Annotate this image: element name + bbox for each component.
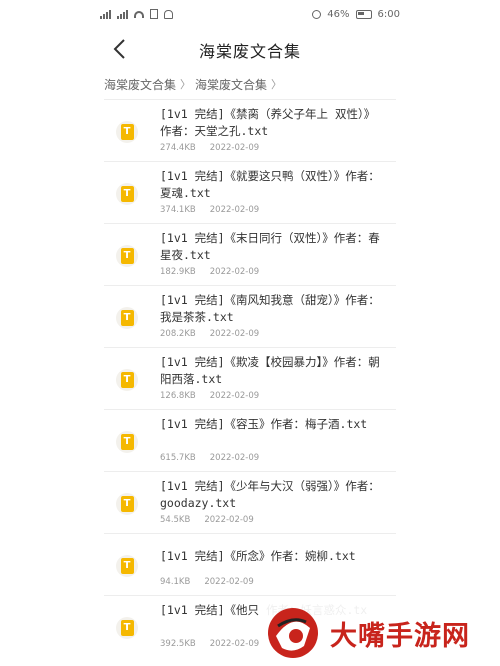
watermark-logo-icon bbox=[268, 608, 318, 658]
file-date: 2022-02-09 bbox=[209, 639, 260, 649]
file-date: 2022-02-09 bbox=[209, 391, 260, 401]
file-name: [1v1 完结]《南风知我意（甜宠）》作者：我是茶茶.txt bbox=[160, 293, 380, 324]
file-list-item[interactable]: T [1v1 完结]《少年与大汉（弱强）》作者：goodazy.txt 54.5… bbox=[104, 471, 396, 533]
wifi-icon bbox=[134, 10, 144, 18]
file-meta: 94.1KB 2022-02-09 bbox=[160, 577, 254, 587]
file-name: [1v1 完结]《所念》作者：婉柳.txt bbox=[160, 549, 356, 563]
file-list: T [1v1 完结]《禁脔（养父子年上 双性）》作者：天堂之孔.txt 274.… bbox=[104, 99, 396, 657]
file-list-item[interactable]: T [1v1 完结]《所念》作者：婉柳.txt 94.1KB 2022-02-09 bbox=[104, 533, 396, 595]
txt-file-icon: T bbox=[116, 121, 138, 143]
file-list-item[interactable]: T [1v1 完结]《容玉》作者：梅子酒.txt 615.7KB 2022-02-… bbox=[104, 409, 396, 471]
file-date: 2022-02-09 bbox=[209, 453, 260, 463]
file-name: [1v1 完结]《末日同行（双性）》作者：春星夜.txt bbox=[160, 231, 380, 262]
headset-icon bbox=[164, 9, 173, 19]
file-date: 2022-02-09 bbox=[204, 577, 254, 587]
file-meta: 54.5KB 2022-02-09 bbox=[160, 515, 254, 525]
file-size: 274.4KB bbox=[160, 143, 196, 153]
file-meta: 208.2KB 2022-02-09 bbox=[160, 329, 259, 339]
file-date: 2022-02-09 bbox=[204, 515, 254, 525]
file-date: 2022-02-09 bbox=[209, 267, 260, 277]
file-size: 94.1KB bbox=[160, 577, 191, 587]
status-left bbox=[100, 9, 173, 19]
breadcrumb-separator: 〉 bbox=[180, 78, 192, 91]
file-meta: 392.5KB 2022-02-09 bbox=[160, 639, 259, 649]
status-right: 46% 6:00 bbox=[312, 9, 400, 20]
sim-icon bbox=[150, 9, 158, 19]
file-name: [1v1 完结]《容玉》作者：梅子酒.txt bbox=[160, 417, 368, 431]
file-size: 208.2KB bbox=[160, 329, 196, 339]
txt-file-icon: T bbox=[116, 245, 138, 267]
page-title: 海棠废文合集 bbox=[198, 42, 301, 61]
signal-icon bbox=[117, 9, 128, 19]
watermark-text: 大嘴手游网 bbox=[330, 620, 470, 652]
file-list-item[interactable]: T [1v1 完结]《南风知我意（甜宠）》作者：我是茶茶.txt 208.2KB… bbox=[104, 285, 396, 347]
file-name: [1v1 完结]《欺凌【校园暴力】》作者：朝阳西落.txt bbox=[160, 355, 380, 386]
file-meta: 615.7KB 2022-02-09 bbox=[160, 453, 259, 463]
file-list-item[interactable]: T [1v1 完结]《欺凌【校园暴力】》作者：朝阳西落.txt 126.8KB 2… bbox=[104, 347, 396, 409]
file-size: 54.5KB bbox=[160, 515, 191, 525]
signal-icon bbox=[100, 9, 111, 19]
txt-file-icon: T bbox=[116, 307, 138, 329]
status-time: 6:00 bbox=[377, 8, 400, 20]
txt-file-icon: T bbox=[116, 493, 138, 515]
file-size: 126.8KB bbox=[160, 391, 196, 401]
file-meta: 182.9KB 2022-02-09 bbox=[160, 267, 259, 277]
battery-icon bbox=[355, 9, 372, 19]
file-name: [1v1 完结]《禁脔（养父子年上 双性）》作者：天堂之孔.txt bbox=[160, 107, 376, 138]
file-size: 615.7KB bbox=[160, 453, 196, 463]
txt-file-icon: T bbox=[116, 617, 138, 639]
file-name: [1v1 完结]《少年与大汉（弱强）》作者：goodazy.txt bbox=[160, 479, 380, 510]
txt-file-icon: T bbox=[116, 369, 138, 391]
breadcrumb: 海棠废文合集 〉 海棠废文合集 〉 bbox=[104, 72, 282, 96]
breadcrumb-item-current[interactable]: 海棠废文合集 bbox=[195, 76, 267, 93]
file-name: [1v1 完结]《就要这只鸭（双性）》作者：夏魂.txt bbox=[160, 169, 380, 200]
file-size: 182.9KB bbox=[160, 267, 196, 277]
file-list-item[interactable]: T [1v1 完结]《就要这只鸭（双性）》作者：夏魂.txt 374.1KB 20… bbox=[104, 161, 396, 223]
file-date: 2022-02-09 bbox=[209, 205, 260, 215]
app-header: 海棠废文合集 bbox=[0, 28, 500, 70]
file-date: 2022-02-09 bbox=[209, 329, 260, 339]
breadcrumb-item-root[interactable]: 海棠废文合集 bbox=[104, 76, 176, 93]
file-size: 374.1KB bbox=[160, 205, 196, 215]
breadcrumb-separator: 〉 bbox=[271, 78, 283, 91]
file-date: 2022-02-09 bbox=[209, 143, 260, 153]
txt-file-icon: T bbox=[116, 431, 138, 453]
file-list-item[interactable]: T [1v1 完结]《禁脔（养父子年上 双性）》作者：天堂之孔.txt 274.… bbox=[104, 99, 396, 161]
file-size: 392.5KB bbox=[160, 639, 196, 649]
file-meta: 126.8KB 2022-02-09 bbox=[160, 391, 259, 401]
txt-file-icon: T bbox=[116, 555, 138, 577]
file-meta: 374.1KB 2022-02-09 bbox=[160, 205, 259, 215]
status-bar: 46% 6:00 bbox=[0, 0, 500, 28]
battery-percent: 46% bbox=[327, 8, 350, 20]
alarm-icon bbox=[312, 9, 322, 19]
txt-file-icon: T bbox=[116, 183, 138, 205]
file-meta: 274.4KB 2022-02-09 bbox=[160, 143, 259, 153]
watermark: 大嘴手游网 bbox=[262, 600, 500, 666]
file-list-item[interactable]: T [1v1 完结]《末日同行（双性）》作者：春星夜.txt 182.9KB 20… bbox=[104, 223, 396, 285]
